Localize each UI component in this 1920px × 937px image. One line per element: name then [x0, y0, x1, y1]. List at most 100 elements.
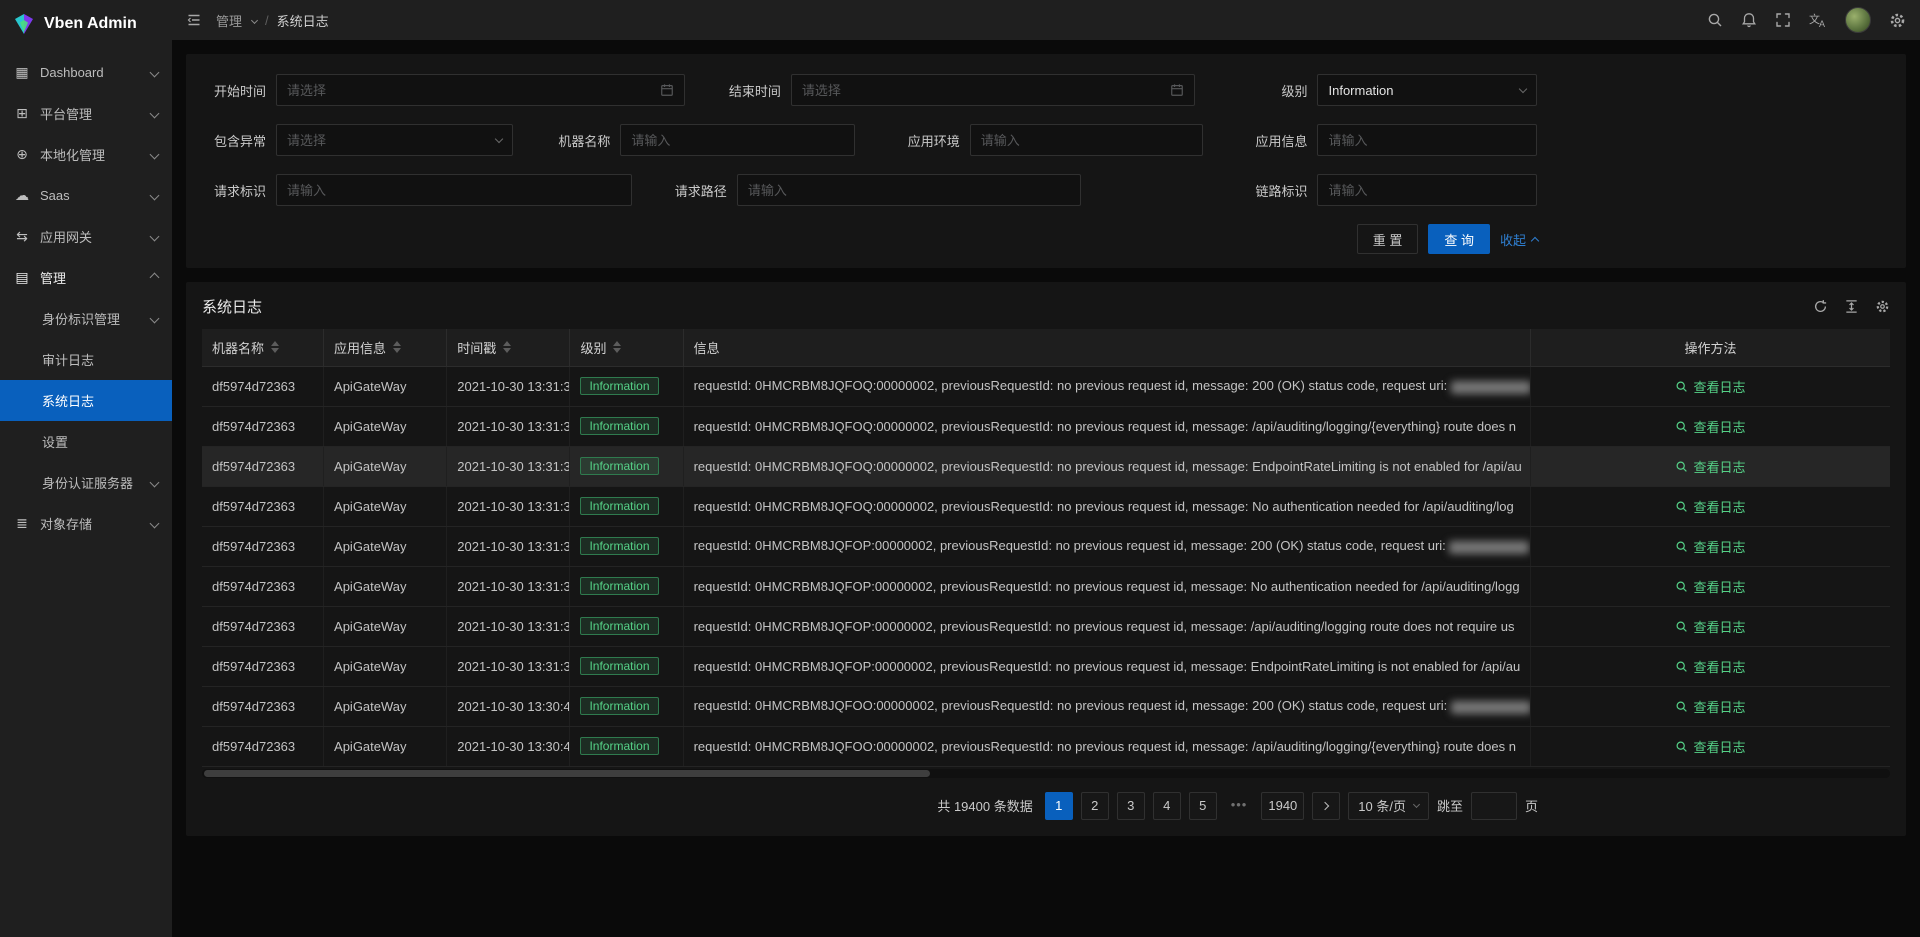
search-icon[interactable]: [1707, 12, 1723, 28]
page-button[interactable]: 2: [1081, 792, 1109, 820]
app-env-input[interactable]: [981, 133, 1192, 148]
reset-button[interactable]: 重 置: [1357, 224, 1419, 254]
sidebar-item-settings[interactable]: 设置: [0, 421, 172, 462]
fullscreen-icon[interactable]: [1775, 12, 1791, 28]
vben-logo-icon: [12, 12, 36, 36]
machine-name-input[interactable]: [631, 133, 844, 148]
view-log-link[interactable]: 查看日志: [1675, 537, 1745, 556]
request-path-input[interactable]: [748, 183, 1071, 198]
sidebar-item-object-storage[interactable]: ≣ 对象存储: [0, 503, 172, 544]
column-header-level[interactable]: 级别: [570, 329, 683, 366]
sort-carets-icon[interactable]: [393, 341, 401, 353]
request-path-field[interactable]: [737, 174, 1082, 206]
horizontal-scrollbar[interactable]: [202, 769, 1890, 778]
page-button[interactable]: 5: [1189, 792, 1217, 820]
view-log-link[interactable]: 查看日志: [1675, 457, 1745, 476]
view-log-link[interactable]: 查看日志: [1675, 697, 1745, 716]
page-button[interactable]: 1940: [1261, 792, 1304, 820]
chevron-down-icon: [150, 191, 160, 201]
level-select-value[interactable]: [1328, 83, 1512, 98]
sidebar-item-app-gateway[interactable]: ⇆ 应用网关: [0, 216, 172, 257]
chevron-up-icon: [1531, 237, 1539, 245]
breadcrumb-management[interactable]: 管理: [216, 11, 242, 30]
view-log-link[interactable]: 查看日志: [1675, 417, 1745, 436]
start-time-field[interactable]: [276, 74, 685, 106]
app-info-label: 应用信息: [1243, 131, 1307, 150]
end-time-field[interactable]: [791, 74, 1195, 106]
sidebar-item-platform-management[interactable]: ⊞ 平台管理: [0, 93, 172, 134]
level-badge: Information: [580, 497, 658, 515]
sidebar-item-management[interactable]: ▤ 管理: [0, 257, 172, 298]
trace-id-field[interactable]: [1317, 174, 1537, 206]
redacted-text: [1451, 701, 1531, 714]
pagination-ellipsis[interactable]: •••: [1225, 792, 1254, 820]
column-header-timestamp[interactable]: 时间戳: [447, 329, 570, 366]
sidebar-item-localization[interactable]: ⊕ 本地化管理: [0, 134, 172, 175]
breadcrumb: 管理 / 系统日志: [216, 11, 329, 30]
sidebar-item-audit-logs[interactable]: 审计日志: [0, 339, 172, 380]
sort-carets-icon[interactable]: [503, 341, 511, 353]
topbar: 管理 / 系统日志: [172, 0, 1920, 40]
sort-carets-icon[interactable]: [271, 341, 279, 353]
app-info-input[interactable]: [1328, 133, 1526, 148]
sidebar-item-system-logs[interactable]: 系统日志: [0, 380, 172, 421]
table-row: df5974d72363 ApiGateWay 2021-10-30 13:31…: [202, 366, 1890, 406]
view-log-link[interactable]: 查看日志: [1675, 657, 1745, 676]
page-size-select[interactable]: 10 条/页: [1348, 792, 1429, 820]
view-log-link[interactable]: 查看日志: [1675, 617, 1745, 636]
sidebar: Vben Admin ▦ Dashboard ⊞ 平台管理 ⊕ 本地化管理 ☁ …: [0, 0, 172, 937]
collapse-link[interactable]: 收起: [1500, 230, 1538, 249]
localization-icon: ⊕: [14, 146, 30, 163]
view-log-link[interactable]: 查看日志: [1675, 577, 1745, 596]
query-button[interactable]: 查 询: [1428, 224, 1490, 254]
chevron-down-icon: [150, 478, 160, 488]
page-button[interactable]: 3: [1117, 792, 1145, 820]
view-log-link[interactable]: 查看日志: [1675, 737, 1745, 756]
row-height-icon[interactable]: [1844, 299, 1859, 314]
gear-icon[interactable]: [1889, 12, 1906, 29]
chevron-up-icon: [150, 273, 160, 283]
translate-icon[interactable]: 文 A: [1809, 12, 1827, 28]
sidebar-item-saas[interactable]: ☁ Saas: [0, 175, 172, 216]
refresh-icon[interactable]: [1813, 299, 1828, 314]
view-log-link[interactable]: 查看日志: [1675, 497, 1745, 516]
level-badge: Information: [580, 577, 658, 595]
page-jump-input[interactable]: [1471, 792, 1517, 820]
trace-id-input[interactable]: [1328, 183, 1526, 198]
page-button[interactable]: 1: [1045, 792, 1073, 820]
breadcrumb-system-logs: 系统日志: [277, 11, 329, 30]
sidebar-item-auth-server[interactable]: 身份认证服务器: [0, 462, 172, 503]
request-id-input[interactable]: [287, 183, 621, 198]
page-button[interactable]: 4: [1153, 792, 1181, 820]
column-settings-icon[interactable]: [1875, 299, 1890, 314]
next-page-button[interactable]: [1312, 792, 1340, 820]
sidebar-item-identity-management[interactable]: 身份标识管理: [0, 298, 172, 339]
scrollbar-thumb[interactable]: [204, 770, 930, 777]
app-env-field[interactable]: [970, 124, 1203, 156]
chevron-down-icon: [150, 68, 160, 78]
table-title: 系统日志: [202, 296, 262, 317]
level-select[interactable]: [1317, 74, 1537, 106]
request-path-label: 请求路径: [663, 181, 727, 200]
end-time-input[interactable]: [802, 83, 1162, 98]
column-header-app-info[interactable]: 应用信息: [324, 329, 447, 366]
app-info-field[interactable]: [1317, 124, 1537, 156]
user-avatar[interactable]: [1845, 7, 1871, 33]
view-log-link[interactable]: 查看日志: [1675, 377, 1745, 396]
logo[interactable]: Vben Admin: [0, 0, 172, 48]
bell-icon[interactable]: [1741, 12, 1757, 28]
sort-carets-icon[interactable]: [613, 341, 621, 353]
column-header-machine[interactable]: 机器名称: [202, 329, 324, 366]
start-time-input[interactable]: [287, 83, 652, 98]
level-badge: Information: [580, 697, 658, 715]
menu-fold-icon[interactable]: [186, 12, 202, 28]
machine-name-field[interactable]: [620, 124, 855, 156]
include-exception-select[interactable]: [276, 124, 513, 156]
level-badge: Information: [580, 377, 658, 395]
system-logs-table: 机器名称 应用信息 时间戳: [202, 329, 1890, 767]
sidebar-item-dashboard[interactable]: ▦ Dashboard: [0, 52, 172, 93]
include-exception-value[interactable]: [287, 133, 488, 148]
request-id-field[interactable]: [276, 174, 632, 206]
table-panel: 系统日志: [186, 282, 1906, 836]
chevron-down-icon: [1413, 801, 1420, 808]
